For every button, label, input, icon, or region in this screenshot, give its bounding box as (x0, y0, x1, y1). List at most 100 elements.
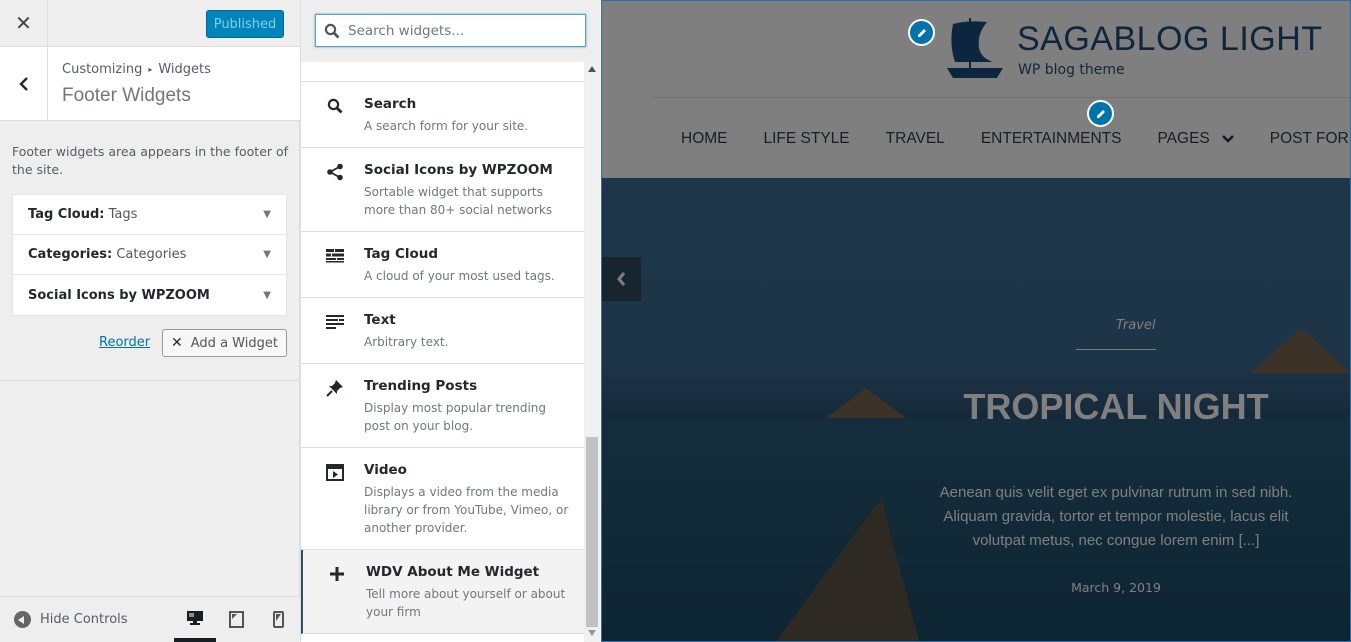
available-widget-social-icons[interactable]: Social Icons by WPZOOM Sortable widget t… (301, 148, 584, 232)
device-tablet-button[interactable] (215, 597, 257, 642)
device-mobile-button[interactable] (257, 597, 299, 642)
available-widget-video[interactable]: Video Displays a video from the media li… (301, 448, 584, 550)
scroll-up-arrow-icon[interactable] (588, 66, 596, 72)
divider (0, 380, 300, 381)
search-icon (327, 98, 343, 114)
tag-cloud-icon (326, 249, 344, 263)
available-widget-trending-posts[interactable]: Trending Posts Display most popular tren… (301, 364, 584, 448)
widget-name: Social Icons by WPZOOM (364, 162, 553, 178)
site-header: SAGABLOG LIGHT WP blog theme HOME LIFE S… (601, 0, 1351, 178)
widget-name: WDV About Me Widget (366, 564, 540, 580)
chevron-left-icon (617, 272, 626, 286)
hero-image-hut (826, 388, 906, 418)
edit-logo-shortcut[interactable] (908, 19, 935, 46)
slide-divider (1076, 349, 1156, 350)
scrollbar-thumb[interactable] (586, 437, 598, 627)
available-widget-text[interactable]: Text Arbitrary text. (301, 298, 584, 364)
widget-description: Displays a video from the media library … (364, 485, 569, 535)
desktop-icon (187, 610, 203, 625)
widget-description: Display most popular trending post on yo… (364, 401, 547, 433)
widget-title: Social Icons by WPZOOM (28, 287, 210, 303)
section-title: Footer Widgets (62, 85, 191, 106)
slide-excerpt: Aenean quis velit eget ex pulvinar rutru… (939, 484, 1293, 549)
site-preview: SAGABLOG LIGHT WP blog theme HOME LIFE S… (601, 0, 1351, 642)
nav-item-pages[interactable]: PAGES (1157, 130, 1234, 148)
widget-description: A search form for your site. (364, 119, 529, 133)
nav-item-label: PAGES (1157, 130, 1210, 147)
site-logo[interactable] (947, 18, 1003, 80)
widget-search[interactable] (315, 14, 586, 47)
nav-item-life-style[interactable]: LIFE STYLE (764, 130, 850, 148)
pencil-icon (1096, 109, 1105, 118)
nav-item-home[interactable]: HOME (681, 130, 728, 148)
expand-arrow-icon[interactable]: ▼ (263, 209, 271, 220)
video-icon (326, 463, 344, 481)
slide-category-label: Travel (1116, 318, 1156, 333)
widget-row-categories[interactable]: Categories: Categories ▼ (13, 235, 286, 275)
slider-prev-button[interactable] (601, 257, 641, 301)
add-widget-label: Add a Widget (190, 335, 278, 351)
chevron-down-icon (1221, 135, 1234, 143)
site-tagline: WP blog theme (1018, 62, 1125, 78)
breadcrumb-separator-icon: ▸ (148, 65, 153, 74)
widget-title: Tag Cloud: (28, 207, 105, 222)
pin-icon (326, 380, 343, 397)
widget-name: Tag Cloud (364, 246, 439, 262)
widget-row-social-icons[interactable]: Social Icons by WPZOOM ▼ (13, 275, 286, 315)
pencil-icon (917, 28, 926, 37)
available-widget-tag-cloud[interactable]: Tag Cloud A cloud of your most used tags… (301, 232, 584, 298)
expand-arrow-icon[interactable]: ▼ (263, 249, 271, 260)
close-icon: ✕ (171, 335, 183, 351)
collapse-arrow-icon (14, 611, 31, 628)
mobile-icon (272, 611, 284, 628)
nav-item-travel[interactable]: TRAVEL (886, 130, 945, 148)
edit-menu-shortcut[interactable] (1087, 100, 1114, 127)
available-widgets-panel: Search A search form for your site. Soci… (300, 0, 600, 642)
hero-image-pier (771, 498, 921, 642)
widgets-scrollbar[interactable] (585, 62, 600, 642)
main-nav: HOME LIFE STYLE TRAVEL ENTERTAINMENTS PA… (681, 130, 1351, 148)
chevron-left-icon (18, 76, 28, 91)
expand-arrow-icon[interactable]: ▼ (263, 290, 271, 301)
widget-description: Arbitrary text. (364, 335, 449, 349)
close-customizer-button[interactable]: ✕ (0, 0, 48, 46)
slide-date: March 9, 2019 (1071, 580, 1161, 595)
sidebar-description: Footer widgets area appears in the foote… (12, 144, 289, 177)
available-widgets-list: Search A search form for your site. Soci… (301, 62, 584, 642)
reorder-link[interactable]: Reorder (99, 335, 150, 350)
available-widget-search[interactable]: Search A search form for your site. (301, 82, 584, 148)
widget-description: Tell more about yourself or about your f… (366, 587, 566, 619)
site-title[interactable]: SAGABLOG LIGHT (1017, 20, 1323, 59)
available-widget-wdv-about-me[interactable]: WDV About Me Widget Tell more about your… (301, 550, 584, 634)
widget-name: Video (364, 462, 407, 478)
widget-row-tag-cloud[interactable]: Tag Cloud: Tags ▼ (13, 195, 286, 235)
nav-item-post-formats[interactable]: POST FORMATS (1270, 130, 1351, 148)
breadcrumb-root: Customizing (62, 62, 143, 77)
plus-icon (330, 567, 344, 581)
search-icon (324, 23, 340, 38)
widget-description: Sortable widget that supports more than … (364, 185, 553, 217)
back-button[interactable] (0, 47, 48, 120)
hide-controls-button[interactable]: Hide Controls (14, 611, 128, 628)
scroll-down-arrow-icon[interactable] (588, 630, 596, 636)
section-title-bar: Customizing ▸ Widgets Footer Widgets (0, 47, 300, 121)
ship-logo-icon (947, 18, 1003, 78)
tablet-icon (228, 611, 244, 628)
customizer-footer: Hide Controls (0, 596, 300, 642)
widget-name: Search (364, 96, 417, 112)
breadcrumb: Customizing ▸ Widgets (62, 62, 211, 77)
device-desktop-button[interactable] (174, 597, 216, 642)
widget-name: Trending Posts (364, 378, 478, 394)
widget-subtitle: Categories (116, 247, 187, 262)
slide-title[interactable]: TROPICAL NIGHT (963, 386, 1268, 428)
list-item-partial (301, 62, 584, 82)
add-widget-button[interactable]: ✕ Add a Widget (162, 329, 287, 357)
widget-description: A cloud of your most used tags. (364, 269, 555, 283)
publish-button[interactable]: Published (206, 10, 284, 38)
nav-item-entertainments[interactable]: ENTERTAINMENTS (981, 130, 1122, 148)
sidebar-widget-list: Tag Cloud: Tags ▼ Categories: Categories… (12, 194, 287, 316)
header-divider (651, 97, 1351, 98)
close-icon: ✕ (15, 11, 32, 35)
breadcrumb-parent: Widgets (158, 62, 211, 77)
search-widgets-input[interactable] (348, 22, 578, 39)
